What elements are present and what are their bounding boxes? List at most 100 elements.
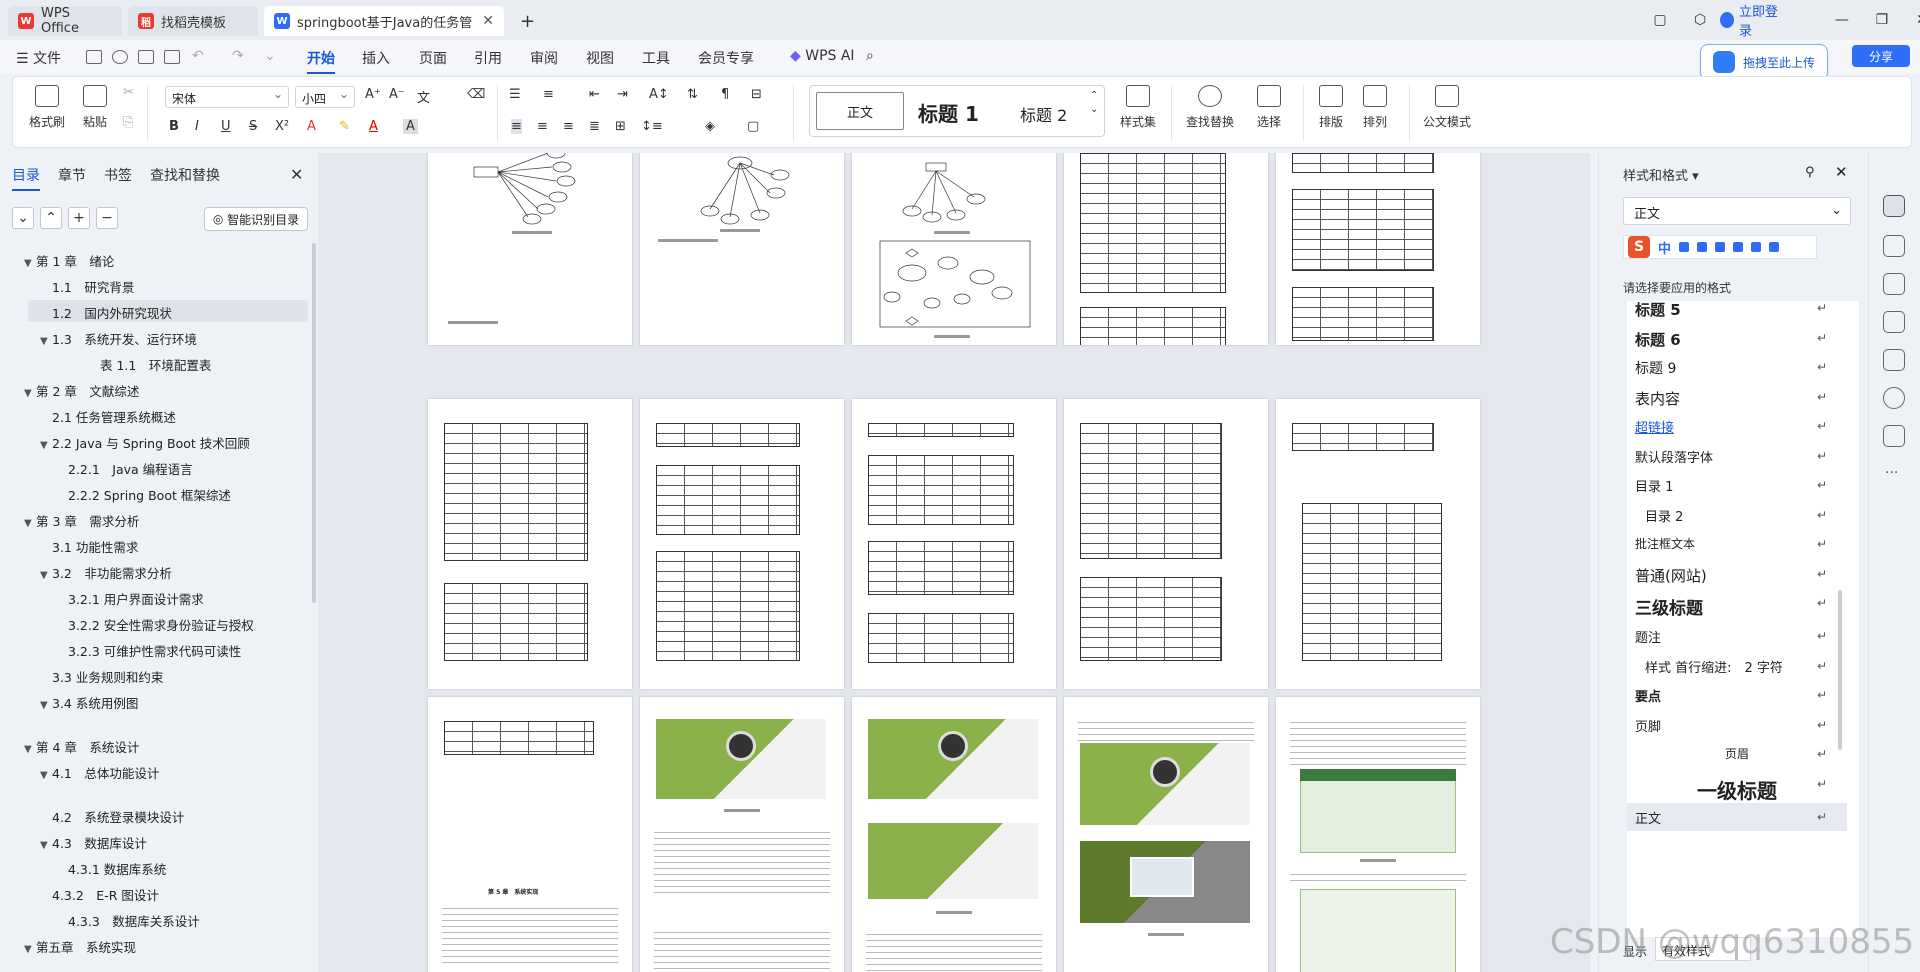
- find-replace-button[interactable]: 查找替换: [1179, 85, 1241, 130]
- layout-button[interactable]: 排版: [1311, 85, 1351, 130]
- clear-format-icon[interactable]: ⌫: [467, 87, 485, 102]
- new-tab-button[interactable]: +: [510, 6, 550, 36]
- tab-stop-icon[interactable]: ⊟: [751, 87, 762, 102]
- outdent-icon[interactable]: ⇤: [589, 87, 600, 102]
- current-style-select[interactable]: 正文 ⌄: [1623, 197, 1851, 225]
- menu-reference[interactable]: 引用: [474, 48, 502, 68]
- border-icon[interactable]: ▢: [747, 119, 759, 134]
- toc-item[interactable]: ▼ 第 1 章 绪论: [24, 251, 114, 270]
- tab-wps-office[interactable]: W WPS Office: [8, 6, 122, 36]
- style-normal[interactable]: 正文: [816, 92, 904, 130]
- pin-icon[interactable]: ⚲: [1805, 165, 1815, 180]
- microphone-icon[interactable]: [1697, 242, 1708, 252]
- shrink-font-icon[interactable]: A⁻: [389, 87, 405, 102]
- style-item[interactable]: 目录 1 ↵: [1627, 470, 1847, 500]
- style-item[interactable]: 页脚 ↵: [1627, 710, 1847, 740]
- grow-font-icon[interactable]: A⁺: [365, 87, 381, 102]
- format-painter-button[interactable]: 格式刷: [29, 85, 65, 130]
- collapse-icon[interactable]: ⌄: [12, 207, 34, 229]
- toc-expand-icon[interactable]: ▼: [40, 336, 52, 347]
- game-icon[interactable]: [1751, 242, 1762, 252]
- print-preview-icon[interactable]: [164, 50, 180, 64]
- arrange-button[interactable]: 排列: [1355, 85, 1395, 130]
- toc-item[interactable]: 4.3.1 数据库系统: [56, 859, 166, 878]
- cube-icon[interactable]: ⬡: [1680, 12, 1720, 28]
- menu-member[interactable]: 会员专享: [698, 48, 754, 68]
- style-heading1[interactable]: 标题 1: [918, 98, 979, 127]
- close-pane-icon[interactable]: ✕: [290, 165, 303, 184]
- toc-item[interactable]: 4.3.2 E-R 图设计: [40, 885, 159, 904]
- ime-chinese-icon[interactable]: 中: [1658, 238, 1671, 257]
- toc-expand-icon[interactable]: ▼: [40, 570, 52, 581]
- bullet-list-icon[interactable]: ☰: [509, 87, 521, 102]
- toc-item[interactable]: 表 1.1 环境配置表: [88, 355, 211, 374]
- font-family-select[interactable]: 宋体: [165, 86, 289, 108]
- save-icon[interactable]: [86, 50, 102, 64]
- sogou-icon[interactable]: S: [1628, 236, 1650, 258]
- toc-expand-icon[interactable]: ▼: [40, 840, 52, 851]
- strikethrough-icon[interactable]: S̶: [249, 119, 257, 134]
- underline-button[interactable]: U: [221, 119, 231, 134]
- toc-item[interactable]: ▼ 4.3 数据库设计: [40, 833, 147, 852]
- toc-item[interactable]: ▼ 4.1 总体功能设计: [40, 763, 159, 782]
- redo-icon[interactable]: ↷: [232, 48, 244, 64]
- cursor-icon[interactable]: [1883, 235, 1905, 257]
- tab-find-replace[interactable]: 查找和替换: [150, 165, 220, 185]
- style-item[interactable]: 三级标题 ↵: [1627, 588, 1847, 619]
- tab-template[interactable]: 稻 找稻壳模板: [128, 6, 258, 36]
- toc-item[interactable]: 3.2.1 用户界面设计需求: [56, 589, 204, 608]
- sort-icon[interactable]: ⇅: [687, 87, 698, 102]
- menu-view[interactable]: 视图: [586, 48, 614, 68]
- toc-expand-icon[interactable]: ▼: [40, 770, 52, 781]
- line-spacing-icon[interactable]: ↕≡: [641, 119, 663, 134]
- toc-item[interactable]: 2.2.2 Spring Boot 框架综述: [56, 485, 231, 504]
- bold-button[interactable]: B: [169, 119, 179, 134]
- style-item[interactable]: 正文 ↵: [1627, 802, 1847, 832]
- styles-pane-title[interactable]: 样式和格式 ▾: [1623, 165, 1699, 184]
- toc-item[interactable]: 1.2 国内外研究现状: [40, 303, 172, 322]
- phonetic-icon[interactable]: 文: [417, 87, 430, 106]
- skin-icon[interactable]: [1733, 242, 1744, 252]
- toc-item[interactable]: 4.3.3 数据库关系设计: [56, 911, 200, 930]
- tab-bookmarks[interactable]: 书签: [104, 165, 132, 185]
- toc-item[interactable]: ▼ 第五章 系统实现: [24, 937, 136, 956]
- add-toc-icon[interactable]: +: [68, 207, 90, 229]
- toc-expand-icon[interactable]: ▼: [24, 944, 36, 955]
- paste-button[interactable]: 粘贴: [77, 85, 113, 130]
- style-item[interactable]: 标题 9 ↵: [1627, 352, 1847, 382]
- file-menu[interactable]: ☰ 文件: [16, 48, 61, 68]
- nav-scrollbar[interactable]: [312, 243, 316, 603]
- align-right-icon[interactable]: ≡: [563, 119, 574, 134]
- undo-icon[interactable]: ↶: [192, 48, 204, 64]
- align-left-icon[interactable]: ≡: [511, 119, 522, 134]
- italic-button[interactable]: I: [195, 119, 199, 134]
- superscript-icon[interactable]: X²: [275, 119, 289, 134]
- toc-item[interactable]: ▼ 第 2 章 文献综述: [24, 381, 139, 400]
- smart-toc-button[interactable]: ◎ 智能识别目录: [204, 207, 308, 231]
- toc-item[interactable]: ▼ 1.3 系统开发、运行环境: [40, 329, 197, 348]
- expand-icon[interactable]: ⌃: [40, 207, 62, 229]
- style-set-button[interactable]: 样式集: [1113, 85, 1163, 130]
- toc-item[interactable]: ▼ 第 4 章 系统设计: [24, 737, 139, 756]
- toc-expand-icon[interactable]: ▼: [40, 440, 52, 451]
- close-pane-icon[interactable]: ✕: [1835, 163, 1848, 181]
- style-item[interactable]: 样式 首行缩进: 2 字符 ↵: [1627, 651, 1847, 681]
- toc-expand-icon[interactable]: ▼: [24, 744, 36, 755]
- align-center-icon[interactable]: ≡: [537, 119, 548, 134]
- style-item[interactable]: 默认段落字体 ↵: [1627, 441, 1847, 471]
- toc-item[interactable]: 1.1 研究背景: [40, 277, 134, 296]
- layout-icon[interactable]: ▢: [1640, 12, 1680, 28]
- edit-pen-icon[interactable]: [1883, 195, 1905, 217]
- text-direction-icon[interactable]: A↕: [649, 87, 669, 102]
- toc-item[interactable]: 2.2.1 Java 编程语言: [56, 459, 193, 478]
- style-item[interactable]: 标题 5 ↵: [1627, 301, 1847, 323]
- select-button[interactable]: 选择: [1249, 85, 1289, 130]
- show-marks-icon[interactable]: ¶: [721, 87, 729, 102]
- share-button[interactable]: 分享: [1852, 45, 1910, 67]
- ime-punct-icon[interactable]: [1679, 242, 1690, 252]
- style-heading2[interactable]: 标题 2: [1020, 102, 1067, 126]
- toc-expand-icon[interactable]: ▼: [24, 258, 36, 269]
- menu-insert[interactable]: 插入: [362, 48, 390, 68]
- adjust-icon[interactable]: [1883, 273, 1905, 295]
- toc-item[interactable]: 4.2 系统登录模块设计: [40, 807, 184, 826]
